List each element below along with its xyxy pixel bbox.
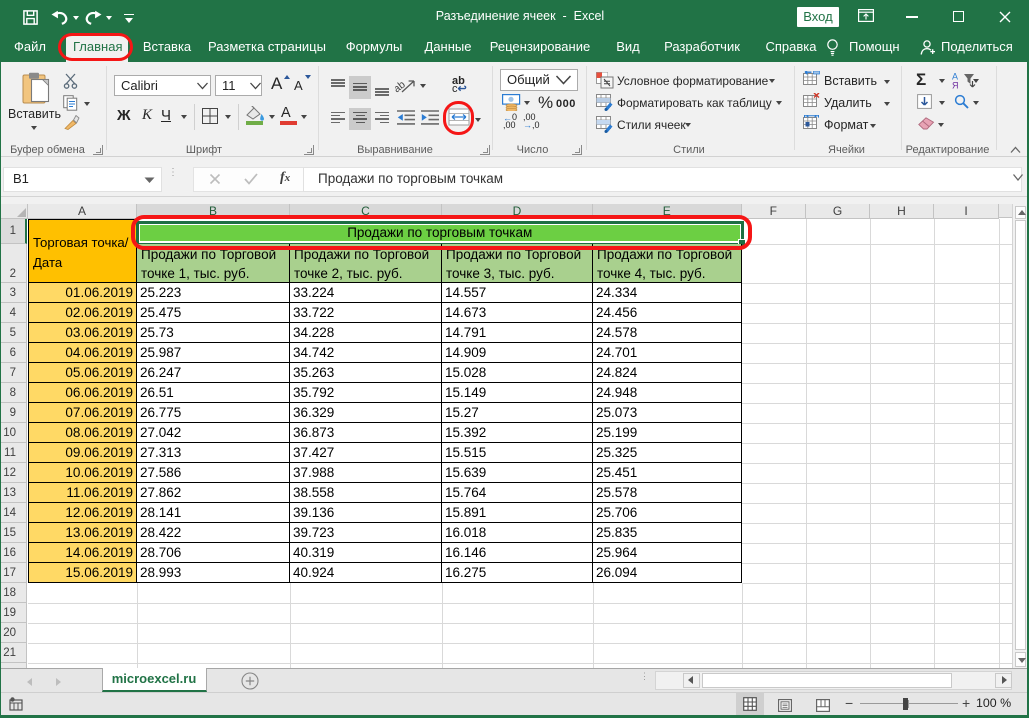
svg-text:ab: ab xyxy=(395,78,408,93)
svg-text:Я: Я xyxy=(952,81,959,90)
